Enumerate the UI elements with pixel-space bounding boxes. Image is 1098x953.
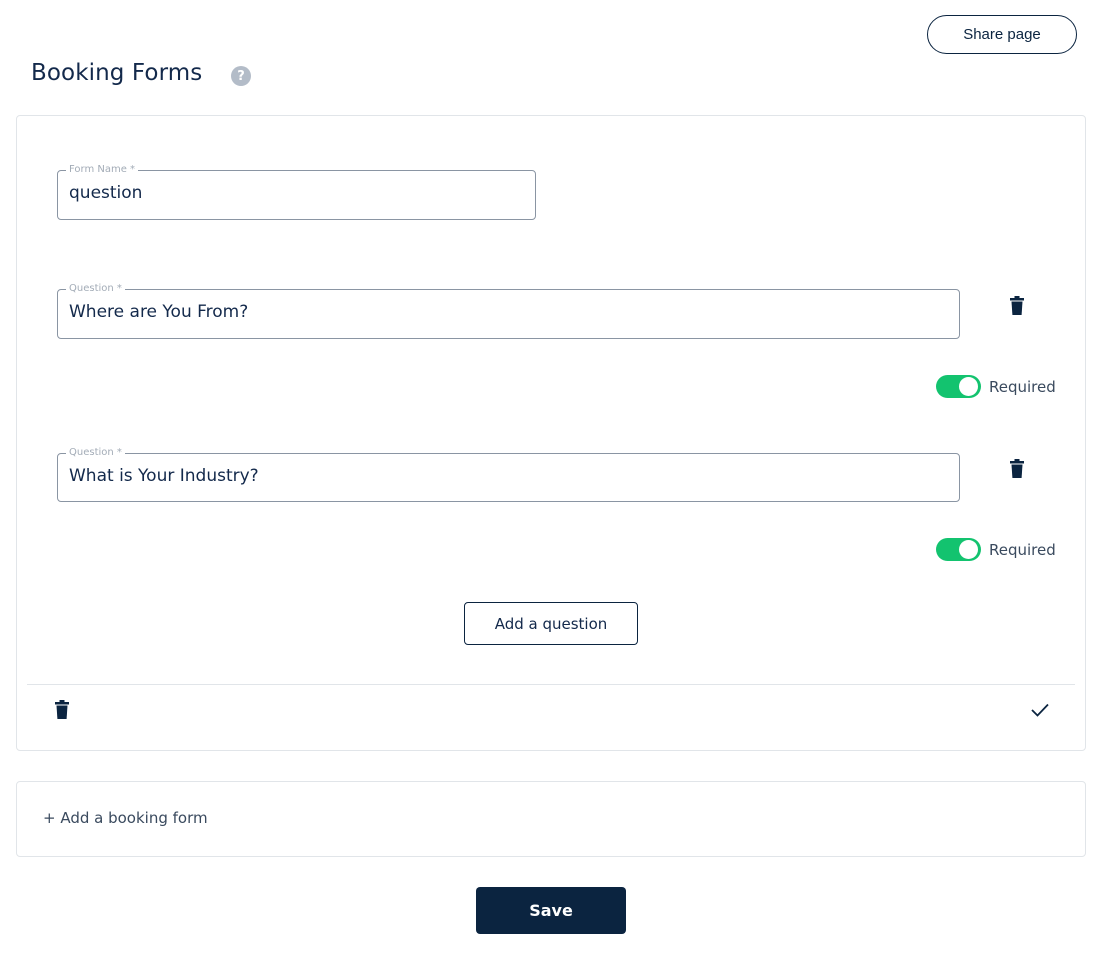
- booking-form-card: Form Name * Question * Required Question…: [16, 115, 1086, 751]
- confirm-check-icon[interactable]: [1030, 702, 1050, 718]
- delete-form-trash-icon[interactable]: [54, 700, 70, 720]
- add-question-button[interactable]: Add a question: [464, 602, 638, 645]
- question-label: Question *: [66, 446, 125, 460]
- required-toggle-1[interactable]: [936, 375, 981, 398]
- required-label: Required: [989, 540, 1056, 559]
- question-input-1[interactable]: [69, 302, 946, 322]
- delete-question-1-trash-icon[interactable]: [1009, 296, 1025, 316]
- required-toggle-row-2: Required: [936, 538, 1056, 561]
- form-name-field[interactable]: Form Name *: [57, 163, 536, 220]
- required-label: Required: [989, 377, 1056, 396]
- form-name-label: Form Name *: [66, 163, 139, 177]
- question-label: Question *: [66, 282, 125, 296]
- share-page-button[interactable]: Share page: [927, 15, 1077, 54]
- question-field-1[interactable]: Question *: [57, 282, 960, 339]
- required-toggle-2[interactable]: [936, 538, 981, 561]
- page-title: Booking Forms: [31, 60, 203, 86]
- save-button[interactable]: Save: [476, 887, 626, 934]
- add-booking-form-label: + Add a booking form: [43, 809, 208, 827]
- form-name-input[interactable]: [69, 183, 522, 203]
- question-field-2[interactable]: Question *: [57, 446, 960, 502]
- add-booking-form-button[interactable]: + Add a booking form: [16, 781, 1086, 857]
- divider: [27, 684, 1075, 685]
- required-toggle-row-1: Required: [936, 375, 1056, 398]
- help-icon[interactable]: ?: [231, 66, 251, 86]
- delete-question-2-trash-icon[interactable]: [1009, 459, 1025, 479]
- question-input-2[interactable]: [69, 466, 946, 486]
